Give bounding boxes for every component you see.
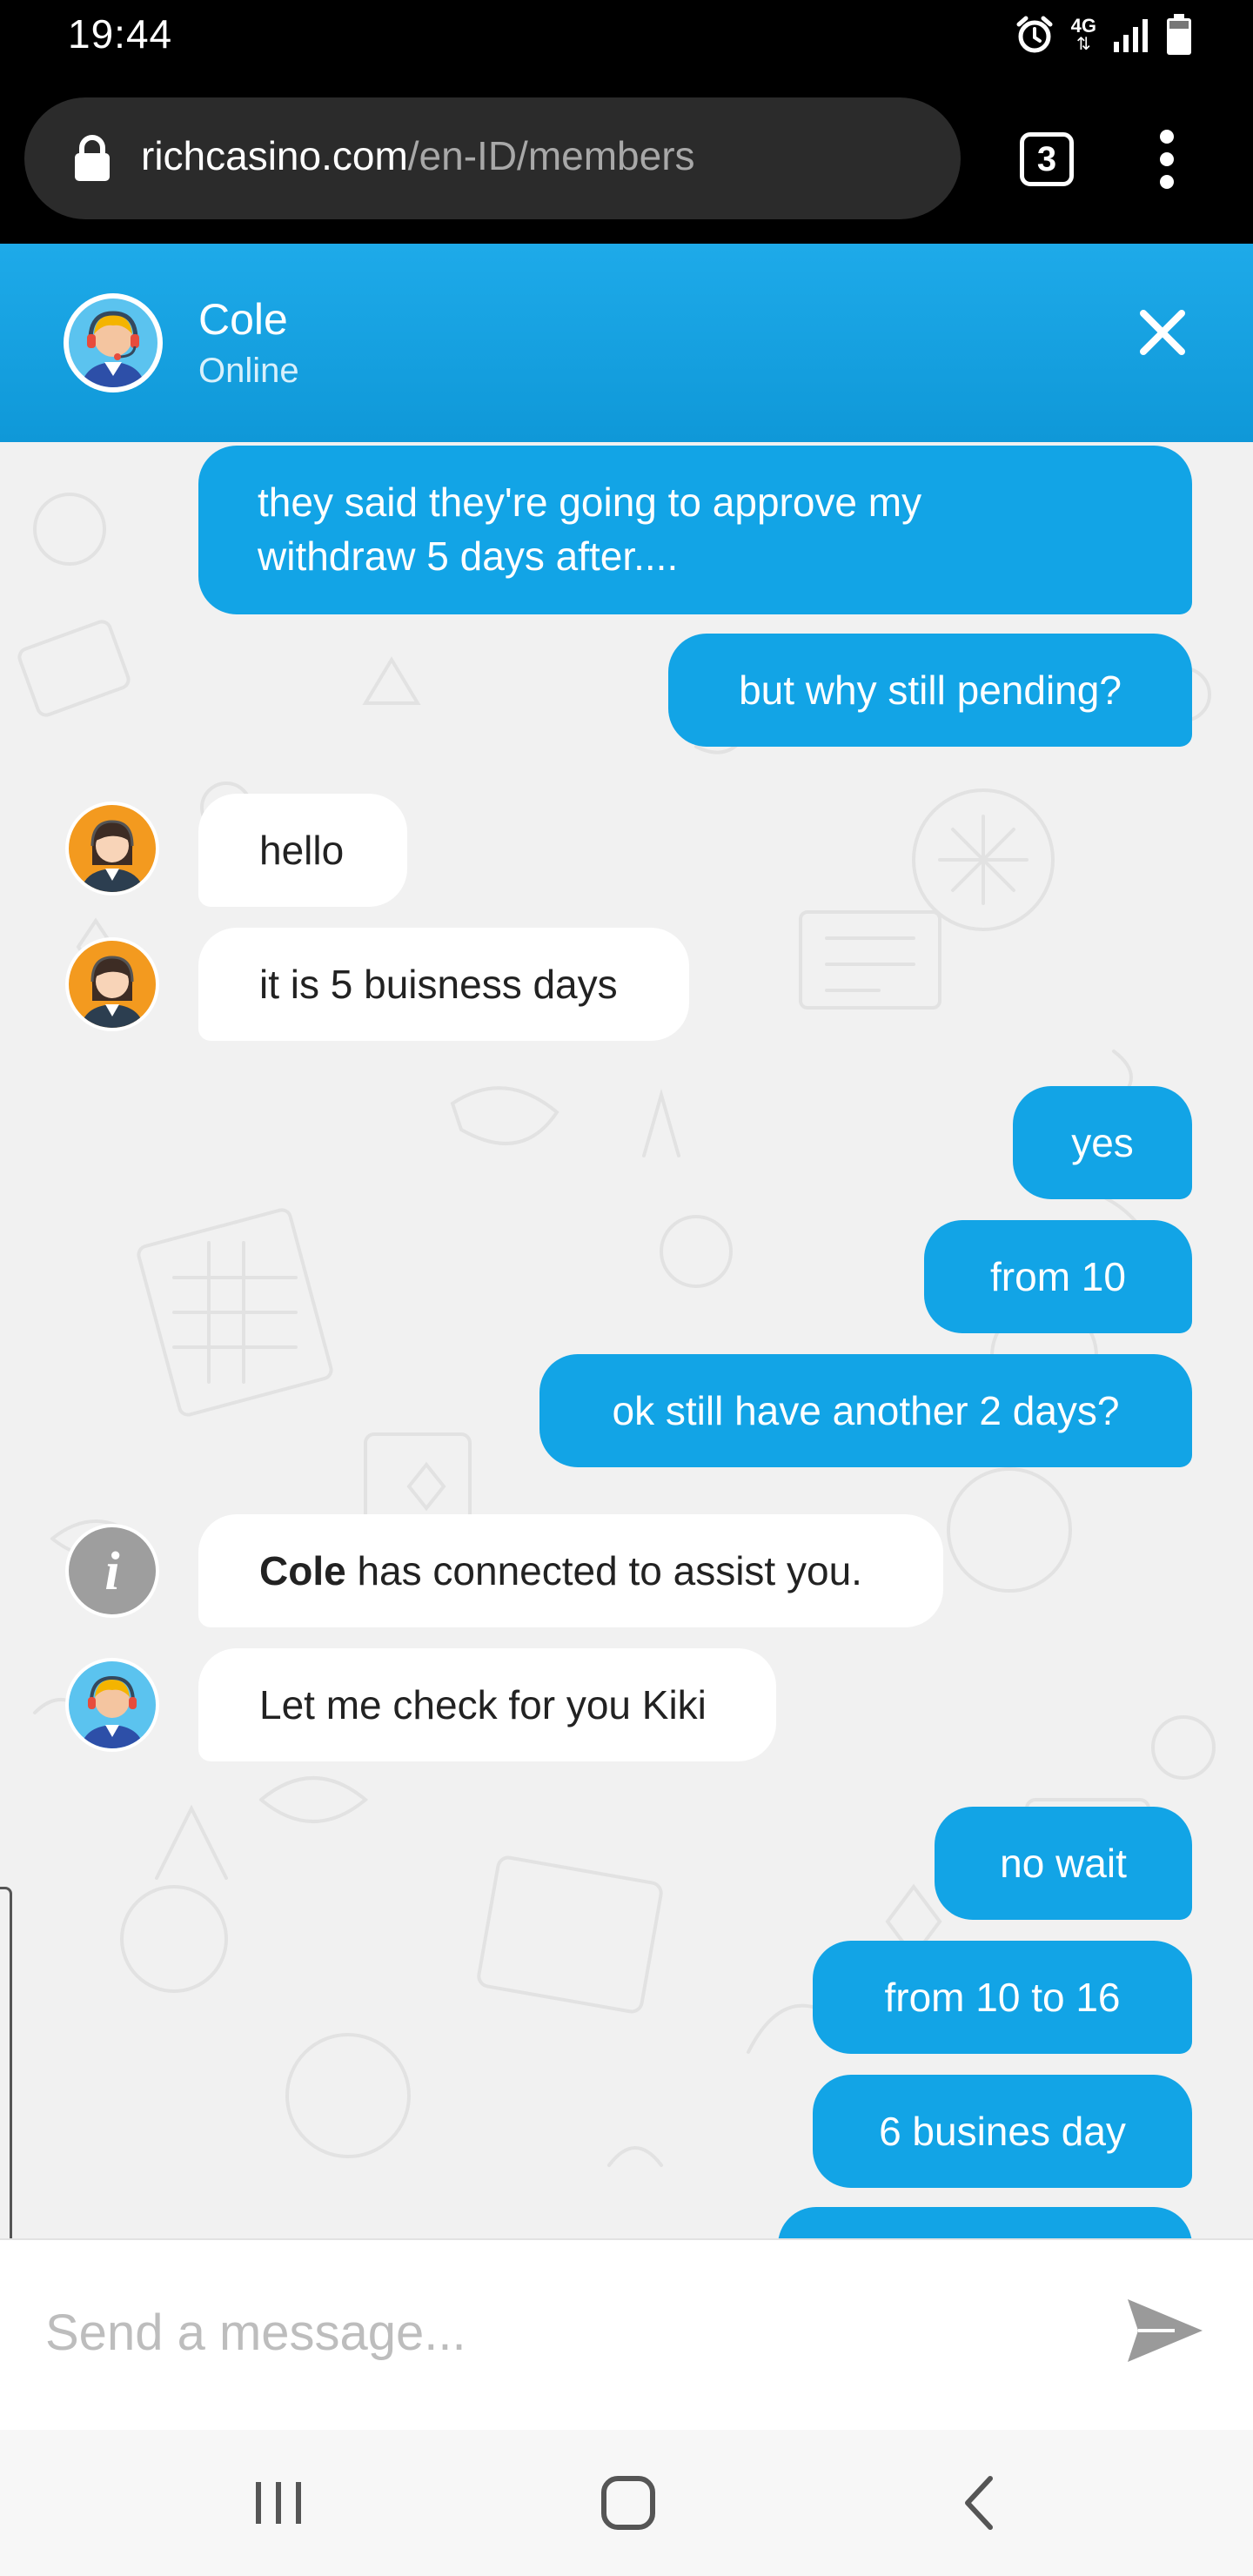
user-message-text: 6 busines day (879, 2109, 1126, 2154)
browser-toolbar: richcasino.com/en-ID/members 3 (0, 77, 1253, 244)
address-bar[interactable]: richcasino.com/en-ID/members (24, 97, 961, 219)
info-icon: i (65, 1524, 159, 1618)
agent-message-bubble[interactable]: hello (198, 794, 407, 907)
female-agent-avatar-icon (65, 802, 159, 896)
url-domain: richcasino.com (141, 133, 408, 178)
screen: 19:44 4G ⇅ richcasino.com/en-ID/members … (0, 0, 1253, 2576)
status-time: 19:44 (68, 11, 173, 57)
status-bar: 19:44 4G ⇅ (0, 0, 1253, 77)
menu-dots-icon[interactable] (1154, 129, 1180, 190)
user-message-bubble[interactable]: they said they're going to approve my wi… (198, 446, 1192, 614)
user-message-bubble[interactable]: from 10 to 16 (813, 1941, 1192, 2054)
system-message-text: has connected to assist you. (345, 1548, 862, 1593)
user-message-bubble[interactable]: no wait (935, 1807, 1192, 1920)
agent-message-text: Let me check for you Kiki (259, 1682, 707, 1727)
chat-header: Cole Online (0, 244, 1253, 442)
alarm-icon (1016, 16, 1053, 53)
agent-name: Cole (198, 295, 288, 344)
agent-status: Online (198, 352, 299, 390)
agent-message-bubble[interactable]: it is 5 buisness days (198, 928, 689, 1041)
agent-message-bubble[interactable]: Let me check for you Kiki (198, 1648, 776, 1761)
network-4g-icon: 4G ⇅ (1070, 15, 1096, 54)
user-message-line: they said they're going to approve my (258, 480, 922, 525)
url-text: richcasino.com/en-ID/members (141, 132, 695, 179)
user-message-text: yes (1071, 1120, 1134, 1165)
recent-apps-icon[interactable] (244, 2468, 313, 2538)
lock-icon (75, 135, 110, 181)
system-message-bubble: Cole has connected to assist you. (198, 1514, 943, 1627)
status-icons: 4G ⇅ (1014, 14, 1192, 56)
message-input[interactable] (44, 2284, 1074, 2381)
home-icon[interactable] (593, 2468, 663, 2538)
user-message-text: but why still pending? (739, 667, 1122, 713)
send-icon[interactable] (1122, 2289, 1206, 2372)
user-message-line: withdraw 5 days after.... (258, 533, 679, 579)
user-message-text: from 10 (990, 1254, 1126, 1299)
url-path: /en-ID/members (407, 133, 695, 178)
agent-message-text: it is 5 buisness days (259, 962, 618, 1007)
battery-icon (1167, 14, 1191, 55)
male-agent-avatar-icon (65, 1658, 159, 1752)
close-icon[interactable] (1131, 301, 1194, 364)
network-4g-label: 4G (1070, 15, 1096, 37)
female-agent-avatar-icon (65, 937, 159, 1031)
user-message-text: no wait (1000, 1841, 1127, 1886)
svg-text:i: i (104, 1542, 119, 1601)
message-composer (0, 2238, 1253, 2430)
user-message-bubble-partial[interactable] (778, 2207, 1192, 2238)
agent-message-text: hello (259, 828, 345, 873)
user-message-bubble[interactable]: ok still have another 2 days? (539, 1354, 1192, 1467)
user-message-text: from 10 to 16 (884, 1975, 1121, 2020)
user-message-bubble[interactable]: yes (1013, 1086, 1192, 1199)
signal-icon (1114, 19, 1148, 52)
chat-messages[interactable]: they said they're going to approve my wi… (0, 442, 1253, 2238)
system-nav-bar (0, 2430, 1253, 2576)
back-icon[interactable] (945, 2468, 1015, 2538)
tab-switcher-button[interactable]: 3 (1020, 132, 1074, 186)
user-message-bubble[interactable]: 6 busines day (813, 2075, 1192, 2188)
agent-avatar-icon (64, 293, 163, 392)
system-message-agent-name: Cole (259, 1548, 346, 1593)
user-message-bubble[interactable]: but why still pending? (668, 634, 1192, 747)
user-message-bubble[interactable]: from 10 (924, 1220, 1192, 1333)
user-message-text: ok still have another 2 days? (612, 1388, 1120, 1433)
